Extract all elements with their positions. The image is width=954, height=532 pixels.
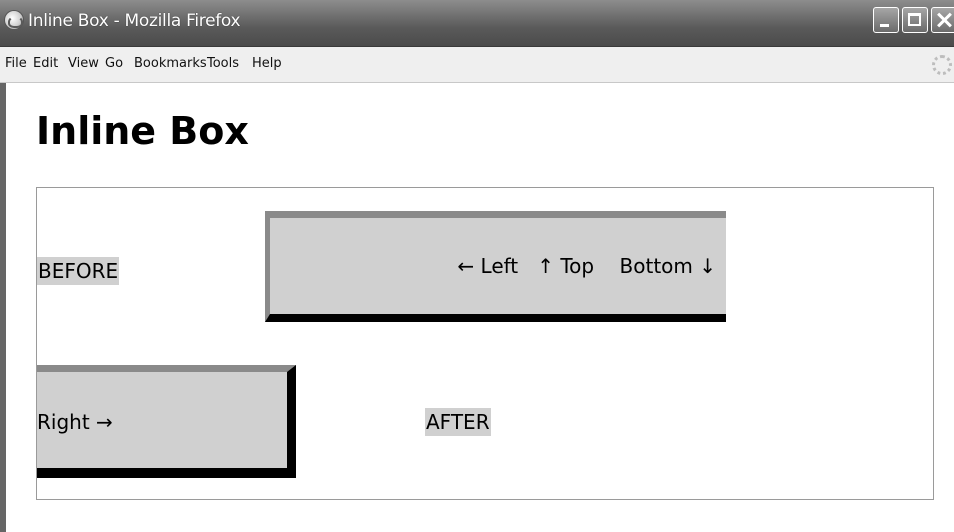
bottom-box-text: Right → xyxy=(37,410,113,434)
inline-box-top-fragment: ← Left ↑ Top Bottom ↓ xyxy=(265,211,726,322)
menu-bookmarks[interactable]: Bookmarks xyxy=(134,56,207,71)
top-box-text: ← Left ↑ Top Bottom ↓ xyxy=(457,254,716,278)
inline-box-bottom-fragment: Right → xyxy=(37,365,296,478)
page-title: Inline Box xyxy=(36,109,249,153)
title-bar[interactable]: Inline Box - Mozilla Firefox xyxy=(0,0,954,47)
inline-box-container: BEFORE ← Left ↑ Top Bottom ↓ Right → AFT… xyxy=(36,187,934,500)
after-label: AFTER xyxy=(425,408,491,436)
menu-go[interactable]: Go xyxy=(105,56,123,71)
firefox-icon[interactable] xyxy=(5,11,23,29)
menu-view[interactable]: View xyxy=(68,56,99,71)
window-title: Inline Box - Mozilla Firefox xyxy=(28,11,241,31)
throbber-icon xyxy=(932,55,952,75)
menu-edit[interactable]: Edit xyxy=(33,56,58,71)
maximize-button[interactable] xyxy=(902,7,928,33)
menu-help[interactable]: Help xyxy=(252,56,282,71)
before-label: BEFORE xyxy=(37,257,120,285)
menu-bar: File Edit View Go Bookmarks Tools Help xyxy=(0,47,954,83)
page-content: Inline Box BEFORE ← Left ↑ Top Bottom ↓ … xyxy=(0,83,954,532)
browser-window: Inline Box - Mozilla Firefox File Edit V… xyxy=(0,0,954,532)
minimize-button[interactable] xyxy=(873,7,899,33)
window-frame-edge xyxy=(0,83,6,532)
menu-file[interactable]: File xyxy=(5,56,27,71)
menu-tools[interactable]: Tools xyxy=(207,56,239,71)
close-button[interactable] xyxy=(931,7,954,33)
